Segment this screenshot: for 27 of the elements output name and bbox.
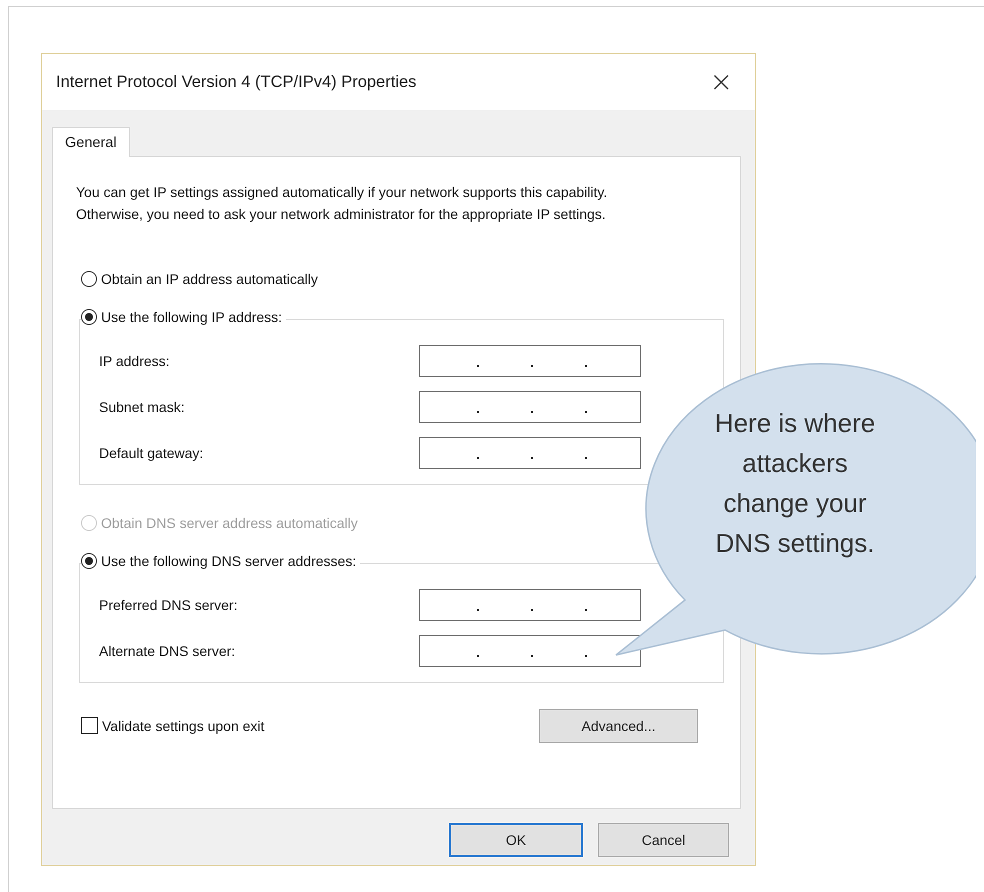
description-text: You can get IP settings assigned automatically if your network supports this capability. Otherwise, you need to ask your network administrator for the appropriate IP settings. — [76, 183, 608, 224]
window-title: Internet Protocol Version 4 (TCP/IPv4) Properties — [56, 72, 416, 92]
checkbox[interactable] — [81, 717, 98, 734]
tab[interactable]: General — [52, 127, 130, 157]
ok-button[interactable]: OK — [449, 823, 583, 857]
radio-label: Obtain an IP address automatically — [101, 271, 318, 287]
cancel-button[interactable]: Cancel — [598, 823, 729, 857]
close-button[interactable]: × — [706, 68, 737, 96]
field-label: Alternate DNS server: — [99, 643, 236, 659]
radio-button[interactable] — [81, 309, 97, 325]
radio-label: Obtain DNS server address automatically — [101, 515, 358, 531]
advanced-button[interactable]: Advanced... — [539, 709, 698, 743]
callout-text: Here is where attackers change your DNS settings. — [714, 407, 876, 560]
ip-address-field[interactable] — [419, 345, 641, 377]
field-label: IP address: — [99, 353, 170, 369]
ip-address-field[interactable] — [419, 589, 641, 621]
field-label: Preferred DNS server: — [99, 597, 238, 613]
radio-button[interactable] — [81, 271, 97, 287]
radio-label: Use the following DNS server addresses: — [101, 553, 356, 569]
field-label: Subnet mask: — [99, 399, 185, 415]
ip-address-field[interactable] — [419, 635, 641, 667]
checkbox-label: Validate settings upon exit — [102, 718, 264, 734]
ip-address-field[interactable] — [419, 437, 641, 469]
ip-address-field[interactable] — [419, 391, 641, 423]
radio-button[interactable] — [81, 553, 97, 569]
radio-label: Use the following IP address: — [101, 309, 282, 325]
field-label: Default gateway: — [99, 445, 204, 461]
